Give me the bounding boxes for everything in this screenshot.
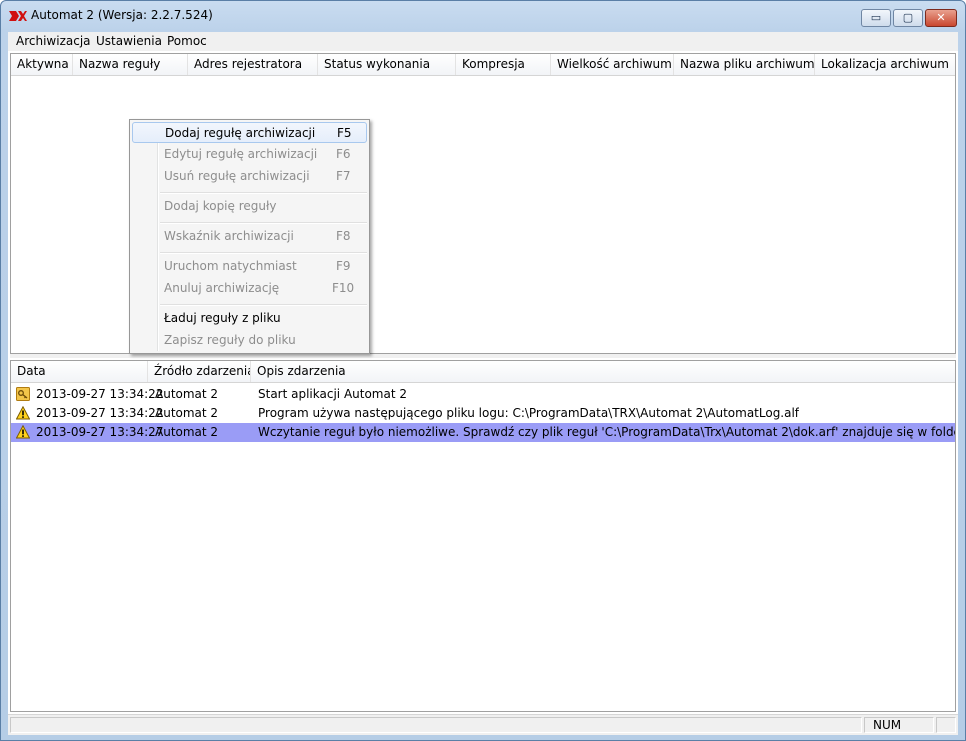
ctx-cancel-archive[interactable]: Anuluj archiwizację F10: [132, 278, 367, 299]
col-data[interactable]: Data: [11, 361, 148, 382]
ctx-delete-rule[interactable]: Usuń regułę archiwizacji F7: [132, 166, 367, 187]
app-window: Automat 2 (Wersja: 2.2.7.524) ▭ ▢ ✕ Arch…: [0, 0, 966, 741]
log-source: Automat 2: [155, 406, 219, 420]
maximize-button[interactable]: ▢: [893, 9, 923, 27]
ctx-add-rule-label: Dodaj regułę archiwizacji: [165, 126, 316, 140]
ctx-separator: [160, 192, 367, 194]
ctx-load-rules[interactable]: Ładuj reguły z pliku: [132, 308, 367, 329]
ctx-archive-indicator-shortcut: F8: [336, 229, 351, 243]
event-log-list[interactable]: Data Źródło zdarzenia Opis zdarzenia 201…: [10, 360, 956, 712]
window-title: Automat 2 (Wersja: 2.2.7.524): [31, 8, 213, 22]
ctx-delete-rule-shortcut: F7: [336, 169, 351, 183]
log-date: 2013-09-27 13:34:22: [36, 387, 164, 401]
ctx-archive-indicator[interactable]: Wskaźnik archiwizacji F8: [132, 226, 367, 247]
warning-icon: [16, 406, 30, 420]
col-nazwa-pliku-archiwum[interactable]: Nazwa pliku archiwum: [674, 54, 815, 75]
menu-ustawienia[interactable]: Ustawienia: [96, 34, 162, 48]
ctx-delete-rule-label: Usuń regułę archiwizacji: [164, 169, 310, 183]
ctx-copy-rule-label: Dodaj kopię reguły: [164, 199, 277, 213]
ctx-run-now-label: Uruchom natychmiast: [164, 259, 297, 273]
log-row[interactable]: 2013-09-27 13:34:22 Automat 2 Program uż…: [11, 404, 955, 423]
ctx-separator: [160, 304, 367, 306]
col-wielkosc-archiwum[interactable]: Wielkość archiwum: [551, 54, 674, 75]
menu-pomoc[interactable]: Pomoc: [167, 34, 207, 48]
log-date: 2013-09-27 13:34:27: [36, 425, 164, 439]
col-opis-zdarzenia[interactable]: Opis zdarzenia: [251, 361, 955, 382]
ctx-save-rules-label: Zapisz reguły do pliku: [164, 333, 296, 347]
ctx-save-rules[interactable]: Zapisz reguły do pliku: [132, 330, 367, 351]
log-row-selected[interactable]: 2013-09-27 13:34:27 Automat 2 Wczytanie …: [11, 423, 955, 442]
menu-archiwizacja[interactable]: Archiwizacja: [16, 34, 91, 48]
ctx-load-rules-label: Ładuj reguły z pliku: [164, 311, 281, 325]
log-row[interactable]: 2013-09-27 13:34:22 Automat 2 Start apli…: [11, 385, 955, 404]
ctx-add-rule-shortcut: F5: [337, 126, 352, 140]
log-description: Start aplikacji Automat 2: [258, 387, 407, 401]
status-pane-extra: [936, 717, 956, 733]
ctx-edit-rule[interactable]: Edytuj regułę archiwizacji F6: [132, 144, 367, 165]
ctx-separator: [160, 222, 367, 224]
context-menu: Dodaj regułę archiwizacji F5 Edytuj regu…: [129, 119, 370, 354]
ctx-copy-rule[interactable]: Dodaj kopię reguły: [132, 196, 367, 217]
ctx-edit-rule-shortcut: F6: [336, 147, 351, 161]
panel-splitter[interactable]: [10, 354, 956, 358]
ctx-edit-rule-label: Edytuj regułę archiwizacji: [164, 147, 318, 161]
log-description: Wczytanie reguł było niemożliwe. Sprawdź…: [258, 425, 955, 439]
close-button[interactable]: ✕: [925, 9, 957, 27]
col-aktywna[interactable]: Aktywna: [11, 54, 73, 75]
menu-bar: Archiwizacja Ustawienia Pomoc: [8, 32, 958, 51]
minimize-button[interactable]: ▭: [861, 9, 891, 27]
minimize-icon: ▭: [870, 11, 882, 24]
ctx-add-rule[interactable]: Dodaj regułę archiwizacji F5: [132, 122, 367, 143]
log-source: Automat 2: [155, 425, 219, 439]
ctx-separator: [160, 252, 367, 254]
log-source: Automat 2: [155, 387, 219, 401]
maximize-icon: ▢: [902, 11, 914, 24]
col-adres-rejestratora[interactable]: Adres rejestratora: [188, 54, 318, 75]
ctx-archive-indicator-label: Wskaźnik archiwizacji: [164, 229, 294, 243]
warning-icon: [16, 425, 30, 439]
close-icon: ✕: [936, 11, 946, 24]
ctx-run-now-shortcut: F9: [336, 259, 351, 273]
col-nazwa-reguly[interactable]: Nazwa reguły: [73, 54, 188, 75]
app-logo-icon: [9, 11, 27, 21]
log-date: 2013-09-27 13:34:22: [36, 406, 164, 420]
title-bar[interactable]: Automat 2 (Wersja: 2.2.7.524) ▭ ▢ ✕: [1, 1, 965, 32]
ctx-cancel-archive-shortcut: F10: [332, 281, 355, 295]
col-zrodlo-zdarzenia[interactable]: Źródło zdarzenia: [148, 361, 251, 382]
event-log-header: Data Źródło zdarzenia Opis zdarzenia: [11, 361, 955, 383]
rules-list-header: Aktywna Nazwa reguły Adres rejestratora …: [11, 54, 955, 76]
ctx-run-now[interactable]: Uruchom natychmiast F9: [132, 256, 367, 277]
key-icon: [16, 387, 30, 401]
col-status-wykonania[interactable]: Status wykonania: [318, 54, 456, 75]
num-lock-indicator: NUM: [873, 718, 902, 732]
status-bar: NUM: [8, 714, 958, 735]
log-description: Program używa następującego pliku logu: …: [258, 406, 800, 420]
col-lokalizacja-archiwum[interactable]: Lokalizacja archiwum: [815, 54, 955, 75]
status-pane-main: [10, 717, 862, 733]
ctx-cancel-archive-label: Anuluj archiwizację: [164, 281, 280, 295]
col-kompresja[interactable]: Kompresja: [456, 54, 551, 75]
